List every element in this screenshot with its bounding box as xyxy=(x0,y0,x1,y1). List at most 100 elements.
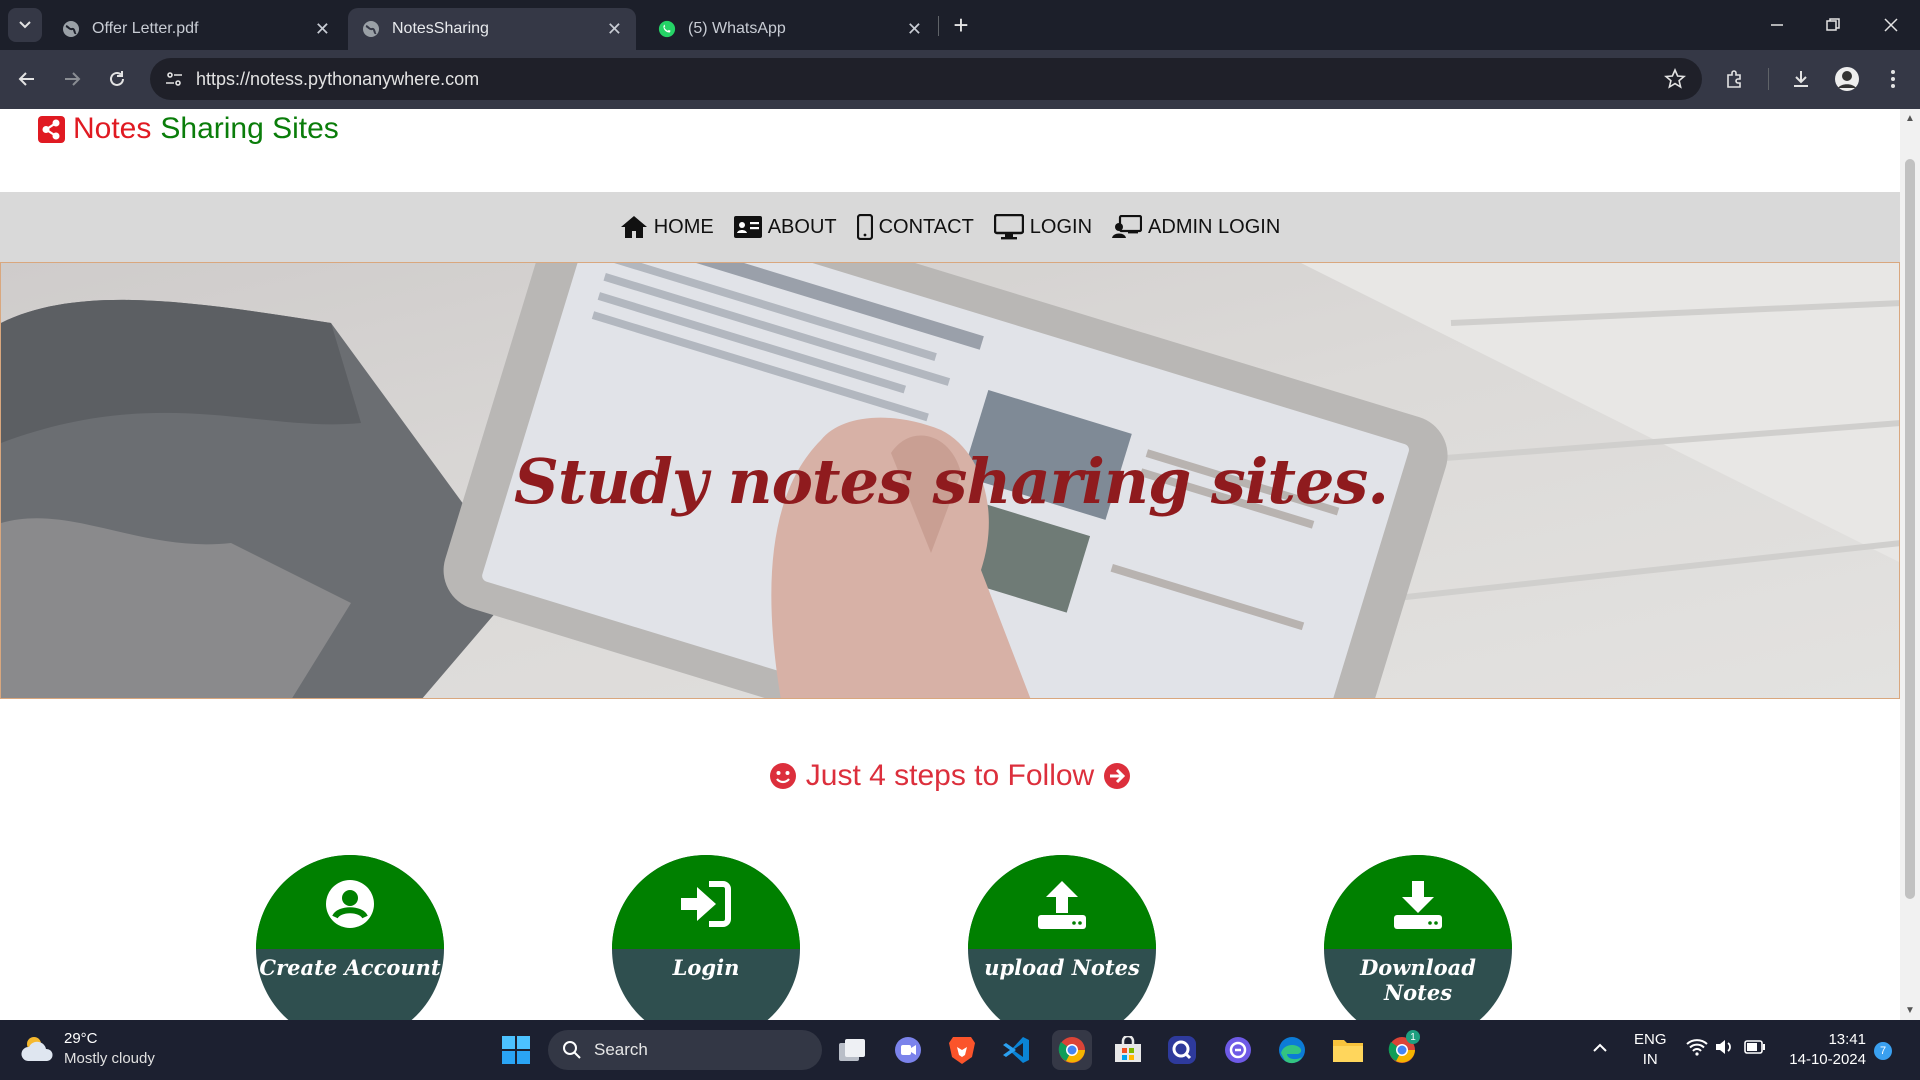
downloads-button[interactable] xyxy=(1784,62,1818,96)
nav-label: ABOUT xyxy=(767,215,837,238)
taskbar-search[interactable]: Search xyxy=(548,1030,822,1070)
teams-meet-icon[interactable] xyxy=(888,1030,928,1070)
language-indicator[interactable]: ENG IN xyxy=(1634,1030,1667,1070)
tab-search-button[interactable] xyxy=(8,8,42,42)
nav-contact[interactable]: CONTACT xyxy=(856,214,974,240)
reload-button[interactable] xyxy=(100,62,134,96)
nav-about[interactable]: ABOUT xyxy=(733,215,837,239)
more-vert-icon xyxy=(1891,70,1895,88)
step-label: upload Notes xyxy=(984,955,1140,980)
scroll-down-icon[interactable]: ▼ xyxy=(1905,1005,1915,1016)
site-logo[interactable]: Notes Sharing Sites xyxy=(38,112,339,146)
step-login[interactable]: Login xyxy=(612,855,800,1020)
reload-icon xyxy=(110,71,124,86)
forward-button[interactable] xyxy=(55,62,89,96)
nav-login[interactable]: LOGIN xyxy=(993,214,1092,240)
chrome-profile-icon[interactable]: 1 xyxy=(1382,1030,1422,1070)
arrow-left-icon xyxy=(18,72,34,86)
extensions-button[interactable] xyxy=(1718,62,1752,96)
file-explorer-icon[interactable] xyxy=(1328,1030,1368,1070)
site-info-icon[interactable] xyxy=(164,69,184,94)
toolbar-divider xyxy=(1768,68,1769,90)
clock[interactable]: 13:41 14-10-2024 xyxy=(1780,1030,1866,1070)
partly-cloudy-icon xyxy=(21,1037,53,1061)
search-icon xyxy=(563,1041,581,1059)
share-alt-square-icon xyxy=(38,115,65,143)
tab-offer-letter[interactable]: Offer Letter.pdf ✕ xyxy=(48,8,344,50)
step-label: Create Account xyxy=(259,955,441,980)
clock-time: 13:41 xyxy=(1828,1031,1866,1048)
chevron-up-icon xyxy=(1593,1043,1607,1052)
scroll-up-icon[interactable]: ▲ xyxy=(1905,113,1915,124)
globe-icon xyxy=(62,20,80,38)
wifi-icon xyxy=(1686,1039,1708,1056)
start-button[interactable] xyxy=(496,1030,536,1070)
close-window-button[interactable] xyxy=(1874,8,1908,42)
notification-count: 7 xyxy=(1879,1045,1887,1057)
notification-center-button[interactable]: 7 xyxy=(1874,1042,1892,1060)
web-page: Notes Sharing Sites HOME ABOUT CONTACT L… xyxy=(0,109,1900,1020)
arrow-circle-right-icon xyxy=(1104,763,1131,789)
steps-heading: Just 4 steps to Follow xyxy=(0,759,1900,793)
hero-tagline: Study notes sharing sites. xyxy=(514,445,1389,518)
globe-icon xyxy=(362,20,380,38)
nav-home[interactable]: HOME xyxy=(620,215,714,239)
step-download-notes[interactable]: Download Notes xyxy=(1324,855,1512,1020)
brave-browser-icon[interactable] xyxy=(942,1030,982,1070)
bookmark-star-icon[interactable] xyxy=(1664,67,1686,95)
weather-widget[interactable]: 29°C Mostly cloudy xyxy=(20,1029,155,1069)
puzzle-icon xyxy=(1727,70,1741,88)
windows-taskbar: 29°C Mostly cloudy Search 1 ENG IN 13:41… xyxy=(0,1020,1920,1080)
address-bar[interactable]: https://notess.pythonanywhere.com xyxy=(150,58,1702,100)
tab-title: Offer Letter.pdf xyxy=(92,20,199,37)
weather-desc: Mostly cloudy xyxy=(64,1050,155,1067)
back-button[interactable] xyxy=(10,62,44,96)
app-icon-blue-q[interactable] xyxy=(1162,1030,1202,1070)
id-card-icon xyxy=(733,216,762,238)
page-scrollbar[interactable]: ▲ ▼ xyxy=(1900,109,1920,1020)
tab-title: NotesSharing xyxy=(392,20,489,37)
clock-date: 14-10-2024 xyxy=(1789,1051,1866,1068)
volume-icon xyxy=(1716,1040,1731,1054)
close-icon[interactable]: ✕ xyxy=(607,19,622,40)
main-navbar: HOME ABOUT CONTACT LOGIN ADMIN LOGIN xyxy=(0,192,1900,262)
edge-icon[interactable] xyxy=(1272,1030,1312,1070)
nav-admin-login[interactable]: ADMIN LOGIN xyxy=(1112,215,1280,239)
profile-avatar-button[interactable] xyxy=(1830,62,1864,96)
restore-button[interactable] xyxy=(1816,8,1850,42)
system-tray[interactable] xyxy=(1686,1038,1766,1056)
new-tab-button[interactable]: + xyxy=(944,8,978,42)
microsoft-store-icon[interactable] xyxy=(1108,1030,1148,1070)
home-icon xyxy=(620,216,647,238)
vscode-icon[interactable] xyxy=(996,1030,1036,1070)
minimize-icon xyxy=(1771,24,1783,26)
restore-icon xyxy=(1826,18,1840,31)
download-icon xyxy=(1324,879,1512,931)
download-icon xyxy=(1794,71,1808,87)
menu-button[interactable] xyxy=(1876,62,1910,96)
avatar xyxy=(1835,67,1859,91)
brand-text-notes: Notes xyxy=(73,112,152,145)
task-view-icon[interactable] xyxy=(832,1030,872,1070)
close-icon xyxy=(1884,18,1898,32)
close-icon[interactable]: ✕ xyxy=(315,19,330,40)
step-label: Download Notes xyxy=(1360,955,1476,1005)
close-icon[interactable]: ✕ xyxy=(907,19,922,40)
step-create-account[interactable]: Create Account xyxy=(256,855,444,1020)
notification-badge: 1 xyxy=(1406,1030,1420,1044)
chevron-down-icon xyxy=(19,21,31,29)
tab-notessharing[interactable]: NotesSharing ✕ xyxy=(348,8,636,50)
weather-temp: 29°C xyxy=(64,1030,98,1047)
nav-label: ADMIN LOGIN xyxy=(1148,215,1281,238)
lang-line1: ENG xyxy=(1634,1031,1667,1048)
taskbar-search-placeholder: Search xyxy=(594,1040,648,1059)
minimize-button[interactable] xyxy=(1760,8,1794,42)
show-hidden-icons-button[interactable] xyxy=(1592,1040,1608,1058)
app-icon-purple[interactable] xyxy=(1218,1030,1258,1070)
nav-label: HOME xyxy=(653,215,714,238)
sign-in-icon xyxy=(612,879,800,929)
chrome-icon[interactable] xyxy=(1052,1030,1092,1070)
scrollbar-thumb[interactable] xyxy=(1905,159,1915,899)
tab-whatsapp[interactable]: (5) WhatsApp ✕ xyxy=(644,8,936,50)
step-upload-notes[interactable]: upload Notes xyxy=(968,855,1156,1020)
